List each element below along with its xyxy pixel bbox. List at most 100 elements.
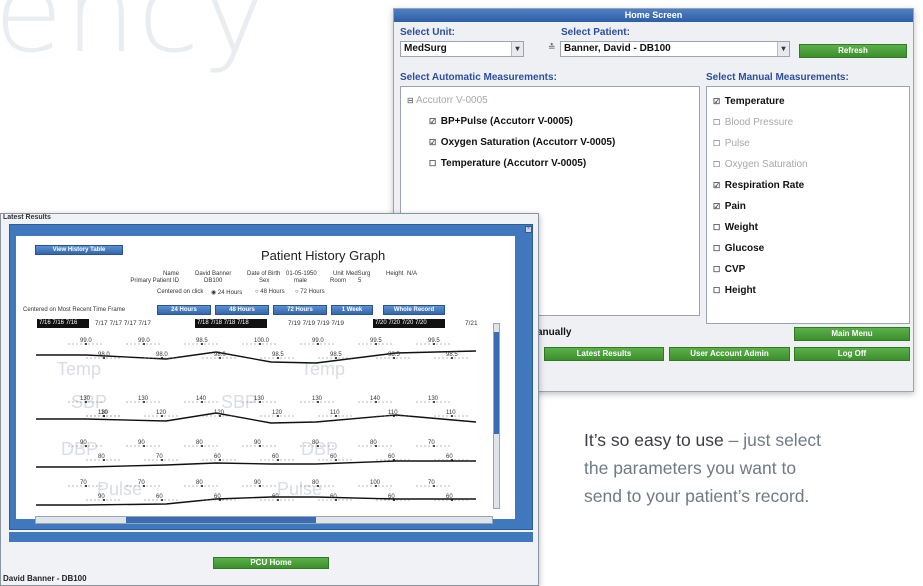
chevron-down-icon[interactable]: ▾ [511, 42, 523, 56]
manual-item-cvp[interactable]: ☐ CVP [713, 264, 745, 275]
patient-select[interactable]: Banner, David - DB100 ▾ [560, 41, 790, 57]
name-label: Name [162, 271, 179, 277]
value-point [317, 445, 319, 447]
radio-selected-icon[interactable]: ◉ [211, 290, 216, 296]
date-bar: 7/19 7/19 7/19 7/19 [288, 320, 345, 327]
manual-item-respiration[interactable]: ☑ Respiration Rate [713, 180, 804, 191]
scroll-thumb[interactable] [126, 517, 316, 523]
value-point [451, 415, 453, 417]
graph-title: Patient History Graph [261, 248, 386, 263]
value-point [375, 485, 377, 487]
view-history-table-button[interactable]: View History Table [35, 245, 123, 255]
auto-item-temperature[interactable]: ☐ Temperature (Accutorr V-0005) [429, 158, 586, 169]
graph-vertical-scrollbar[interactable] [493, 323, 500, 509]
value-point [219, 357, 221, 359]
manual-item-label: Height [724, 285, 756, 296]
manual-item-label: Oxygen Saturation [724, 159, 808, 170]
radio-icon[interactable]: ○ [255, 289, 259, 295]
refresh-button[interactable]: Refresh [799, 44, 907, 58]
patient-list-icon: ≛ [548, 42, 556, 52]
checkbox-checked-icon[interactable]: ☑ [713, 202, 722, 211]
caption-line2: the parameters you want to [584, 458, 797, 478]
checkbox-checked-icon[interactable]: ☑ [713, 181, 722, 190]
value-point [335, 357, 337, 359]
unit-select[interactable]: MedSurg ▾ [400, 41, 524, 57]
checkbox-disabled-icon: ☐ [713, 139, 721, 148]
manual-item-temperature[interactable]: ☑ Temperature [713, 96, 785, 107]
collapse-icon[interactable]: ⊟ [407, 96, 416, 105]
caption-line3: send to your patient’s record. [584, 486, 810, 506]
checkbox-checked-icon[interactable]: ☑ [713, 97, 722, 106]
manual-item-label: Weight [724, 222, 758, 233]
manual-item-pain[interactable]: ☑ Pain [713, 201, 746, 212]
radio-24-hours[interactable]: ◉ 24 Hours [211, 289, 242, 296]
checkbox-unchecked-icon[interactable]: ☐ [713, 265, 722, 274]
value-point [85, 485, 87, 487]
value-point [375, 343, 377, 345]
latest-results-window: Latest Results × View History Table Pati… [0, 213, 539, 586]
value-point [393, 459, 395, 461]
value-point [161, 459, 163, 461]
value-point [375, 401, 377, 403]
value-point [143, 401, 145, 403]
close-icon[interactable]: × [525, 226, 532, 233]
scroll-thumb[interactable] [494, 332, 499, 434]
dob-label: Date of Birth [247, 271, 281, 277]
value-point [103, 499, 105, 501]
checkbox-checked-icon[interactable]: ☑ [429, 138, 438, 147]
caption-emphasis: It’s so easy to use [584, 430, 724, 450]
manual-item-height[interactable]: ☐ Height [713, 285, 756, 296]
checkbox-unchecked-icon[interactable]: ☐ [713, 286, 722, 295]
value-label: 110 [388, 410, 398, 416]
value-point [317, 485, 319, 487]
auto-item-bp-pulse[interactable]: ☑ BP+Pulse (Accutorr V-0005) [429, 116, 573, 127]
value-label: 100.0 [254, 338, 270, 344]
radio-72-hours[interactable]: ○ 72 Hours [295, 289, 325, 295]
value-point [451, 357, 453, 359]
radio-icon[interactable]: ○ [295, 289, 299, 295]
user-account-admin-button[interactable]: User Account Admin [669, 347, 790, 361]
room-label: Room [330, 278, 347, 284]
device-tree-item[interactable]: ⊟ Accutorr V-0005 [407, 95, 488, 106]
graph-horizontal-scrollbar[interactable] [35, 516, 493, 524]
pcu-home-button[interactable]: PCU Home [213, 557, 329, 569]
btn-whole-record[interactable]: Whole Record [383, 305, 445, 315]
caption-rest: – just select [723, 430, 822, 450]
manual-item-weight[interactable]: ☐ Weight [713, 222, 758, 233]
main-menu-button[interactable]: Main Menu [794, 327, 910, 341]
lower-frame-bar [9, 532, 533, 542]
checkbox-checked-icon[interactable]: ☑ [429, 117, 438, 126]
checkbox-unchecked-icon[interactable]: ☐ [713, 244, 722, 253]
value-label: 140 [370, 396, 381, 402]
unit-value: MedSurg [346, 271, 371, 277]
auto-item-oxygen[interactable]: ☑ Oxygen Saturation (Accutorr V-0005) [429, 137, 615, 148]
manual-item-glucose[interactable]: ☐ Glucose [713, 243, 764, 254]
btn-1-week[interactable]: 1 Week [331, 305, 373, 315]
value-point [277, 459, 279, 461]
value-point [201, 401, 203, 403]
value-point [433, 401, 435, 403]
auto-item-label: Oxygen Saturation (Accutorr V-0005) [440, 137, 616, 148]
manually-text: anually [537, 327, 572, 338]
btn-48-hours[interactable]: 48 Hours [215, 305, 269, 315]
radio-48-hours[interactable]: ○ 48 Hours [255, 289, 285, 295]
log-off-button[interactable]: Log Off [794, 347, 910, 361]
select-unit-label: Select Unit: [400, 27, 456, 38]
latest-results-button[interactable]: Latest Results [544, 347, 664, 361]
height-label: Height [386, 271, 404, 277]
home-title: Home Screen [394, 9, 913, 22]
manual-item-label: CVP [724, 264, 746, 275]
value-point [375, 445, 377, 447]
auto-item-label: BP+Pulse (Accutorr V-0005) [440, 116, 573, 127]
series-line-dbp [36, 460, 476, 468]
chevron-down-icon[interactable]: ▾ [777, 42, 789, 56]
date-bar: 7/17 7/17 7/17 7/17 [95, 320, 152, 327]
checkbox-unchecked-icon[interactable]: ☐ [429, 159, 438, 168]
btn-24-hours[interactable]: 24 Hours [157, 305, 211, 315]
checkbox-unchecked-icon[interactable]: ☐ [713, 223, 722, 232]
btn-72-hours[interactable]: 72 Hours [273, 305, 327, 315]
value-point [201, 485, 203, 487]
value-point [335, 459, 337, 461]
id-value: DB100 [204, 278, 223, 284]
value-label: 100 [370, 480, 381, 486]
